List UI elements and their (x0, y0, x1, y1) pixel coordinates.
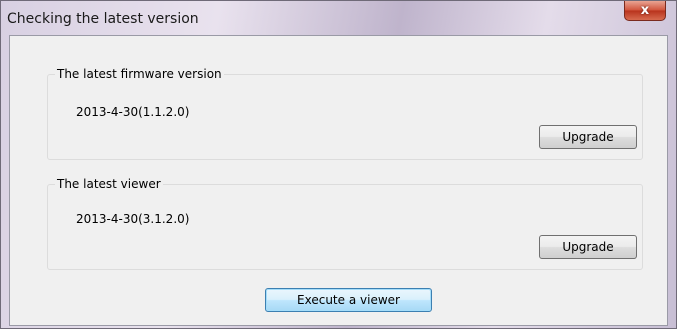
viewer-version: 2013-4-30(3.1.2.0) (76, 212, 190, 226)
viewer-upgrade-button[interactable]: Upgrade (539, 235, 637, 259)
title-bar[interactable]: Checking the latest version x (1, 1, 676, 35)
viewer-group: The latest viewer 2013-4-30(3.1.2.0) Upg… (47, 177, 643, 270)
firmware-group-legend: The latest firmware version (55, 67, 224, 81)
close-button[interactable]: x (624, 1, 666, 21)
firmware-version: 2013-4-30(1.1.2.0) (76, 105, 190, 119)
firmware-upgrade-button[interactable]: Upgrade (539, 125, 637, 149)
firmware-group: The latest firmware version 2013-4-30(1.… (47, 67, 643, 160)
window-title: Checking the latest version (7, 11, 199, 27)
execute-viewer-button[interactable]: Execute a viewer (265, 288, 432, 312)
viewer-group-legend: The latest viewer (55, 177, 163, 191)
dialog-window: Checking the latest version x The latest… (0, 0, 677, 329)
dialog-client-area: The latest firmware version 2013-4-30(1.… (9, 35, 668, 326)
close-icon: x (640, 3, 650, 18)
